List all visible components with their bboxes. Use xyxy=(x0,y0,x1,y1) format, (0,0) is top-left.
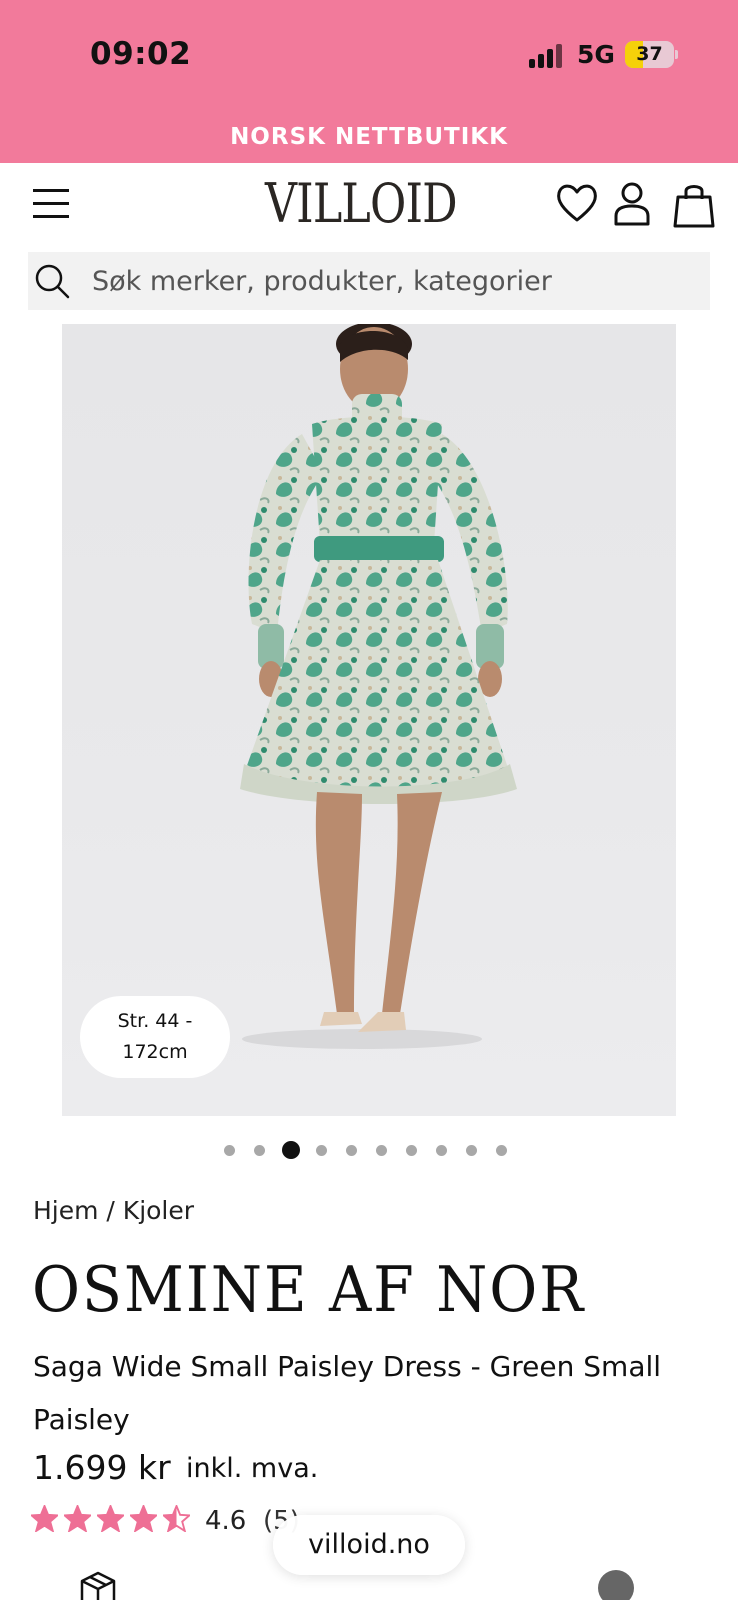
battery-cap xyxy=(675,50,678,59)
network-label: 5G xyxy=(577,40,615,69)
chat-button[interactable] xyxy=(598,1570,634,1600)
size-badge-height: 172cm xyxy=(122,1041,188,1063)
carousel-dot-active[interactable] xyxy=(282,1141,300,1159)
signal-icon xyxy=(529,44,565,68)
breadcrumb[interactable]: Hjem / Kjoler xyxy=(33,1196,194,1225)
star-full-icon xyxy=(130,1505,157,1532)
menu-icon[interactable] xyxy=(33,189,69,219)
star-full-icon xyxy=(31,1505,58,1532)
site-logo[interactable]: VILLOID xyxy=(265,172,458,235)
brand-name[interactable]: OSMINE AF NOR xyxy=(32,1253,585,1326)
status-time: 09:02 xyxy=(90,36,192,72)
product-title: Saga Wide Small Paisley Dress - Green Sm… xyxy=(33,1350,662,1436)
star-full-icon xyxy=(64,1505,91,1532)
search-icon xyxy=(35,264,70,299)
product-price: 1.699 kr xyxy=(33,1448,171,1487)
browser-url-pill[interactable]: villoid.no xyxy=(273,1515,465,1575)
vat-note: inkl. mva. xyxy=(186,1453,319,1484)
shop-banner[interactable]: NORSK NETTBUTIKK xyxy=(0,124,738,150)
package-icon xyxy=(80,1571,116,1600)
carousel-dot[interactable] xyxy=(254,1145,265,1156)
carousel-dot[interactable] xyxy=(346,1145,357,1156)
carousel-dot[interactable] xyxy=(436,1145,447,1156)
search-input[interactable] xyxy=(92,252,692,310)
battery-icon: 37 xyxy=(625,41,674,68)
carousel-dot[interactable] xyxy=(406,1145,417,1156)
carousel-dot[interactable] xyxy=(224,1145,235,1156)
shopping-bag-icon[interactable] xyxy=(673,181,715,229)
carousel-dot[interactable] xyxy=(316,1145,327,1156)
carousel-dots[interactable] xyxy=(224,1140,524,1160)
search-bar[interactable] xyxy=(28,252,710,310)
user-icon[interactable] xyxy=(612,181,652,227)
star-full-icon xyxy=(97,1505,124,1532)
rating-value: 4.6 xyxy=(205,1506,247,1536)
carousel-dot[interactable] xyxy=(376,1145,387,1156)
size-badge: Str. 44 - 172cm xyxy=(80,996,230,1078)
carousel-dot[interactable] xyxy=(496,1145,507,1156)
carousel-dot[interactable] xyxy=(466,1145,477,1156)
size-badge-size: Str. 44 - xyxy=(117,1010,193,1032)
heart-icon[interactable] xyxy=(555,181,599,225)
battery-level: 37 xyxy=(636,43,663,65)
star-half-icon xyxy=(163,1505,190,1532)
